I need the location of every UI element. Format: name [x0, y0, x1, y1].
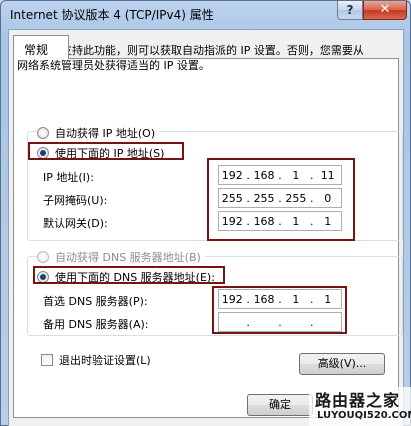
validate-label: 退出时验证设置(L) — [59, 354, 151, 367]
validate-option[interactable]: 退出时验证设置(L) — [41, 352, 151, 368]
site-watermark: 路由器之家 LUYOUQI520.COM — [309, 387, 411, 426]
manual-ip-highlight — [28, 142, 184, 160]
description-text: 如果网络支持此功能，则可以获取自动指派的 IP 设置。否则，您需要从网络系统管理… — [17, 44, 364, 72]
manual-dns-highlight — [33, 266, 225, 284]
validate-checkbox[interactable] — [41, 354, 53, 366]
close-button[interactable]: ✕ — [363, 1, 407, 20]
tab-general[interactable]: 常规 — [13, 35, 69, 59]
advanced-button[interactable]: 高级(V)... — [299, 353, 385, 375]
dns-fields-highlight — [212, 286, 347, 334]
ok-button[interactable]: 确定 — [247, 394, 313, 416]
preferred-dns-label: 首选 DNS 服务器(P): — [43, 295, 148, 308]
auto-ip-option[interactable]: 自动获得 IP 地址(O) — [37, 125, 160, 141]
watermark-url: LUYOUQI520.COM — [317, 410, 411, 421]
alternate-dns-label: 备用 DNS 服务器(A): — [43, 318, 149, 331]
title-bar[interactable]: Internet 协议版本 4 (TCP/IPv4) 属性 ? ✕ — [1, 1, 410, 29]
auto-dns-label: 自动获得 DNS 服务器地址(B) — [55, 251, 201, 264]
window-title: Internet 协议版本 4 (TCP/IPv4) 属性 — [10, 8, 214, 22]
auto-ip-label: 自动获得 IP 地址(O) — [55, 127, 156, 140]
ip-fields-highlight — [207, 158, 355, 241]
auto-dns-option[interactable]: 自动获得 DNS 服务器地址(B) — [37, 249, 205, 265]
auto-ip-radio[interactable] — [37, 127, 49, 139]
watermark-title: 路由器之家 — [315, 391, 401, 410]
ip-address-label: IP 地址(I): — [43, 171, 94, 184]
help-button[interactable]: ? — [337, 1, 363, 20]
default-gateway-label: 默认网关(D): — [43, 217, 108, 230]
dialog-window: Internet 协议版本 4 (TCP/IPv4) 属性 ? ✕ 常规 如果网… — [0, 0, 411, 426]
auto-dns-radio[interactable] — [37, 251, 49, 263]
subnet-mask-label: 子网掩码(U): — [43, 194, 108, 207]
